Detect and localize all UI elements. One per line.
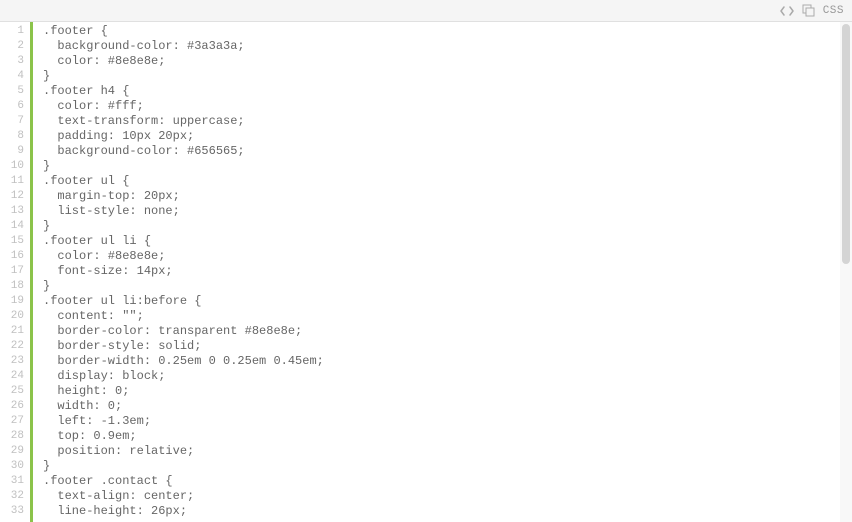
code-editor[interactable]: 1 2 3 4 5 6 7 8 9 10 11 12 13 14 15 16 1…	[0, 22, 852, 522]
code-icon[interactable]	[780, 5, 794, 17]
language-label[interactable]: CSS	[823, 5, 844, 17]
line-gutter: 1 2 3 4 5 6 7 8 9 10 11 12 13 14 15 16 1…	[0, 22, 30, 522]
copy-icon[interactable]	[802, 4, 815, 17]
editor-topbar: CSS	[0, 0, 852, 22]
change-stripe	[30, 22, 33, 522]
scrollbar-thumb[interactable]	[842, 24, 850, 264]
code-content[interactable]: .footer { background-color: #3a3a3a; col…	[43, 22, 852, 522]
vertical-scrollbar[interactable]	[840, 22, 852, 522]
